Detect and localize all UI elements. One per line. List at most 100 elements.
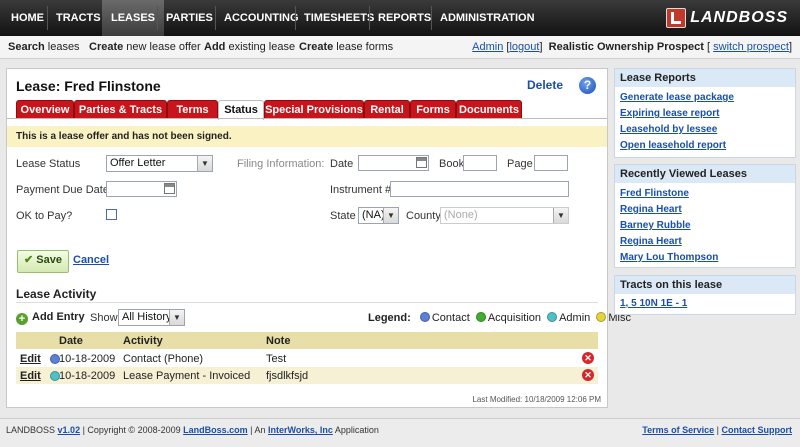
prospect-name: Realistic Ownership Prospect — [548, 41, 704, 53]
report-link[interactable]: Generate lease package — [620, 92, 734, 103]
add-entry-button[interactable]: + Add Entry — [16, 311, 85, 325]
book-input[interactable] — [463, 155, 497, 171]
logout-link[interactable]: logout — [509, 41, 539, 53]
filing-date-input[interactable] — [358, 155, 429, 171]
column-date: Date — [59, 335, 83, 347]
row-activity: Contact (Phone) — [123, 353, 204, 365]
calendar-icon[interactable] — [164, 183, 175, 194]
tab-rental[interactable]: Rental — [364, 100, 410, 119]
lease-status-select[interactable]: Offer Letter ▼ — [106, 155, 213, 172]
recent-lease-link[interactable]: Regina Heart — [620, 236, 682, 247]
recent-lease-link[interactable]: Barney Rubble — [620, 220, 691, 231]
county-select[interactable]: (None) ▼ — [440, 207, 569, 224]
help-icon[interactable]: ? — [579, 77, 596, 94]
recent-lease-link[interactable]: Regina Heart — [620, 204, 682, 215]
report-link[interactable]: Leasehold by lessee — [620, 124, 717, 135]
lease-panel: Lease: Fred Flinstone Delete ? Overview … — [6, 68, 631, 408]
admin-user-link[interactable]: Admin — [472, 41, 503, 53]
tab-terms[interactable]: Terms — [167, 100, 218, 119]
create-lease-offer-link[interactable]: Create new lease offer — [89, 41, 201, 53]
landboss-site-link[interactable]: LandBoss.com — [183, 425, 248, 435]
nav-administration[interactable]: ADMINISTRATION — [431, 0, 544, 36]
activity-legend: Legend: Contact Acquisition Admin Misc — [368, 312, 631, 324]
page-title: Lease: Fred Flinstone — [16, 78, 161, 94]
nav-tracts[interactable]: TRACTS — [47, 0, 110, 36]
filing-date-label: Date — [330, 158, 354, 170]
contact-support-link[interactable]: Contact Support — [722, 425, 793, 435]
book-label: Book — [439, 158, 465, 170]
tracts-box: Tracts on this lease 1, 5 10N 1E - 1 — [614, 275, 796, 315]
county-label: County — [406, 210, 441, 222]
tab-parties-tracts[interactable]: Parties & Tracts — [74, 100, 167, 119]
state-select[interactable]: (NA) ▼ — [358, 207, 399, 224]
misc-dot-icon — [596, 312, 607, 322]
tab-divider — [7, 118, 607, 119]
version-link[interactable]: v1.02 — [58, 425, 81, 435]
nav-accounting[interactable]: ACCOUNTING — [215, 0, 308, 36]
tab-forms[interactable]: Forms — [410, 100, 456, 119]
chevron-down-icon: ▼ — [383, 208, 398, 223]
report-link[interactable]: Expiring lease report — [620, 108, 719, 119]
recent-lease-link[interactable]: Mary Lou Thompson — [620, 252, 718, 263]
filing-information-label: Filing Information: — [237, 158, 325, 170]
show-label: Show — [90, 312, 118, 324]
user-info: Admin [logout] Realistic Ownership Prosp… — [472, 41, 792, 53]
table-row: Edit 10-18-2009 Contact (Phone) Test ✕ — [16, 350, 598, 367]
report-link[interactable]: Open leasehold report — [620, 140, 726, 151]
footer: LANDBOSS v1.02 | Copyright © 2008-2009 L… — [0, 418, 800, 447]
lease-reports-header: Lease Reports — [615, 69, 795, 87]
ok-to-pay-checkbox[interactable] — [106, 209, 117, 220]
interworks-link[interactable]: InterWorks, Inc — [268, 425, 333, 435]
recent-leases-header: Recently Viewed Leases — [615, 165, 795, 183]
recent-leases-box: Recently Viewed Leases Fred Flinstone Re… — [614, 164, 796, 268]
top-navigation: HOME TRACTS LEASES PARTIES ACCOUNTING TI… — [0, 0, 800, 36]
create-lease-forms-link[interactable]: Create lease forms — [299, 41, 393, 53]
tract-link[interactable]: 1, 5 10N 1E - 1 — [620, 298, 687, 309]
state-label: State — [330, 210, 356, 222]
payment-due-date-input[interactable] — [106, 181, 177, 197]
chevron-down-icon: ▼ — [553, 208, 568, 223]
tab-overview[interactable]: Overview — [16, 100, 74, 119]
delete-entry-icon[interactable]: ✕ — [582, 352, 594, 364]
table-row: Edit 10-18-2009 Lease Payment - Invoiced… — [16, 367, 598, 384]
logo-text: LANDBOSS — [690, 9, 788, 26]
tab-documents[interactable]: Documents — [456, 100, 522, 119]
row-date: 10-18-2009 — [59, 370, 116, 382]
table-header: Date Activity Note — [16, 332, 598, 349]
lease-reports-box: Lease Reports Generate lease package Exp… — [614, 68, 796, 158]
search-leases-link[interactable]: Search leases — [8, 41, 80, 53]
row-activity: Lease Payment - Invoiced — [123, 370, 251, 382]
last-modified: Last Modified: 10/18/2009 12:06 PM — [472, 395, 601, 404]
page-label: Page — [507, 158, 533, 170]
notice-text: This is a lease offer and has not been s… — [16, 131, 232, 142]
instrument-label: Instrument # — [330, 184, 392, 196]
switch-prospect-link[interactable]: switch prospect — [713, 41, 789, 53]
nav-parties[interactable]: PARTIES — [157, 0, 222, 36]
nav-leases[interactable]: LEASES — [102, 0, 165, 36]
check-icon: ✔ — [24, 254, 34, 266]
history-filter-select[interactable]: All History ▼ — [118, 309, 185, 326]
add-existing-lease-link[interactable]: Add existing lease — [204, 41, 295, 53]
cancel-link[interactable]: Cancel — [73, 254, 109, 266]
column-note: Note — [266, 335, 291, 347]
delete-lease-link[interactable]: Delete — [527, 78, 563, 92]
save-button[interactable]: ✔ Save — [17, 250, 69, 273]
footer-left: LANDBOSS v1.02 | Copyright © 2008-2009 L… — [6, 425, 379, 435]
tab-special-provisions[interactable]: Special Provisions — [264, 100, 364, 119]
page-input[interactable] — [534, 155, 568, 171]
calendar-icon[interactable] — [416, 157, 427, 168]
nav-reports[interactable]: REPORTS — [369, 0, 440, 36]
acquisition-dot-icon — [475, 312, 486, 322]
edit-entry-link[interactable]: Edit — [20, 370, 41, 382]
edit-entry-link[interactable]: Edit — [20, 353, 41, 365]
chevron-down-icon: ▼ — [169, 310, 184, 325]
recent-lease-link[interactable]: Fred Flinstone — [620, 188, 689, 199]
delete-entry-icon[interactable]: ✕ — [582, 369, 594, 381]
legend-label: Legend: — [368, 312, 411, 324]
activity-divider — [16, 302, 598, 303]
lease-activity-heading: Lease Activity — [16, 287, 97, 301]
tab-status[interactable]: Status — [218, 100, 264, 120]
nav-home[interactable]: HOME — [2, 0, 53, 36]
instrument-input[interactable] — [390, 181, 569, 197]
terms-link[interactable]: Terms of Service — [642, 425, 714, 435]
